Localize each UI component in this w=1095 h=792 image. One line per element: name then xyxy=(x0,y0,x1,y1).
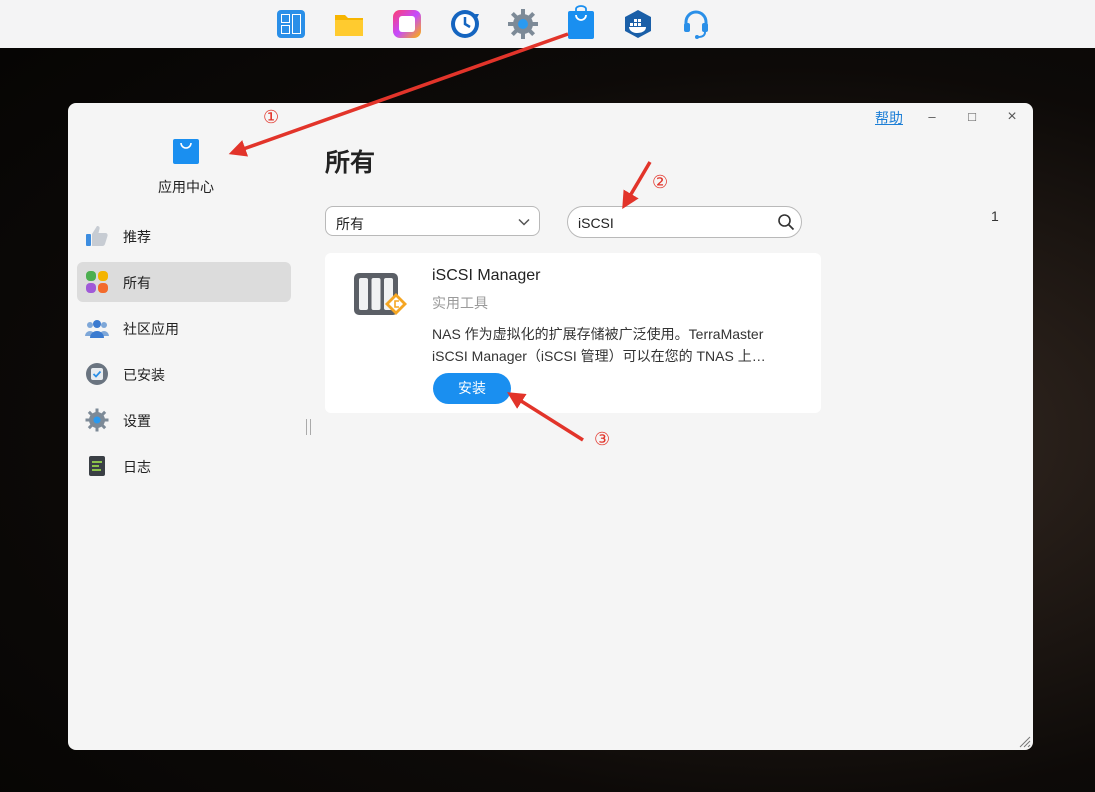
thumbs-up-icon xyxy=(86,226,108,246)
sidebar-item-label: 所有 xyxy=(123,275,151,291)
page-count: 1 xyxy=(991,208,999,224)
sidebar: 应用中心 推荐 所有 社区应用 已安装 设置 日志 xyxy=(68,103,304,750)
taskbar xyxy=(0,0,1095,48)
installed-icon xyxy=(86,363,108,385)
close-button[interactable]: × xyxy=(1002,107,1022,127)
media-center-icon[interactable] xyxy=(391,8,423,40)
sidebar-item-label: 社区应用 xyxy=(123,321,179,337)
app-card-title: iSCSI Manager xyxy=(432,267,541,284)
app-card-description: NAS 作为虚拟化的扩展存储被广泛使用。TerraMaster iSCSI Ma… xyxy=(432,323,794,367)
app-name: 应用中心 xyxy=(158,179,214,195)
sidebar-item-label: 推荐 xyxy=(123,229,151,245)
docker-icon[interactable] xyxy=(622,8,654,40)
help-link[interactable]: 帮助 xyxy=(875,108,903,128)
sidebar-item-installed[interactable]: 已安装 xyxy=(77,354,291,394)
sidebar-item-community[interactable]: 社区应用 xyxy=(77,308,291,348)
app-center-window: 帮助 – □ × 应用中心 推荐 所有 社区应用 已安装 设置 日志 所有 所有… xyxy=(68,103,1033,750)
app-center-logo-icon xyxy=(173,139,199,164)
log-icon xyxy=(89,456,105,476)
sidebar-resize-handle[interactable] xyxy=(306,419,311,435)
file-manager-icon[interactable] xyxy=(333,8,365,40)
app-card[interactable]: iSCSI Manager 实用工具 NAS 作为虚拟化的扩展存储被广泛使用。T… xyxy=(325,253,821,413)
annotation-step-1: ① xyxy=(263,107,280,127)
sidebar-item-label: 日志 xyxy=(123,459,151,475)
search-icon[interactable] xyxy=(777,213,795,231)
annotation-step-3: ③ xyxy=(594,429,611,449)
iscsi-manager-icon xyxy=(354,273,407,315)
community-icon xyxy=(85,320,109,338)
sidebar-item-settings[interactable]: 设置 xyxy=(77,400,291,440)
settings-icon[interactable] xyxy=(507,8,539,40)
app-center-icon[interactable] xyxy=(565,5,597,41)
window-resize-grip-icon[interactable] xyxy=(1017,734,1031,748)
app-card-description-line: NAS 作为虚拟化的扩展存储被广泛使用。TerraMaster xyxy=(432,326,764,342)
annotation-step-2: ② xyxy=(652,172,669,192)
sidebar-item-recommend[interactable]: 推荐 xyxy=(77,216,291,256)
sidebar-item-label: 已安装 xyxy=(123,367,165,383)
page-title: 所有 xyxy=(325,149,376,177)
app-card-description-line: iSCSI Manager（iSCSI 管理）可以在您的 TNAS 上… xyxy=(432,348,766,364)
minimize-button[interactable]: – xyxy=(922,107,942,127)
chevron-down-icon xyxy=(518,218,530,226)
category-filter-value: 所有 xyxy=(336,216,364,232)
sidebar-item-log[interactable]: 日志 xyxy=(77,446,291,486)
control-panel-icon[interactable] xyxy=(275,8,307,40)
backup-icon[interactable] xyxy=(449,8,481,40)
sidebar-item-label: 设置 xyxy=(123,413,151,429)
all-apps-icon xyxy=(86,271,108,293)
search-box xyxy=(567,206,802,238)
gear-icon xyxy=(85,408,109,432)
category-filter-select[interactable]: 所有 xyxy=(325,206,540,236)
search-input[interactable] xyxy=(576,212,770,234)
app-card-category: 实用工具 xyxy=(432,295,488,311)
sidebar-item-all[interactable]: 所有 xyxy=(77,262,291,302)
maximize-button[interactable]: □ xyxy=(962,107,982,127)
install-button[interactable]: 安装 xyxy=(433,373,511,404)
support-icon[interactable] xyxy=(680,8,712,40)
